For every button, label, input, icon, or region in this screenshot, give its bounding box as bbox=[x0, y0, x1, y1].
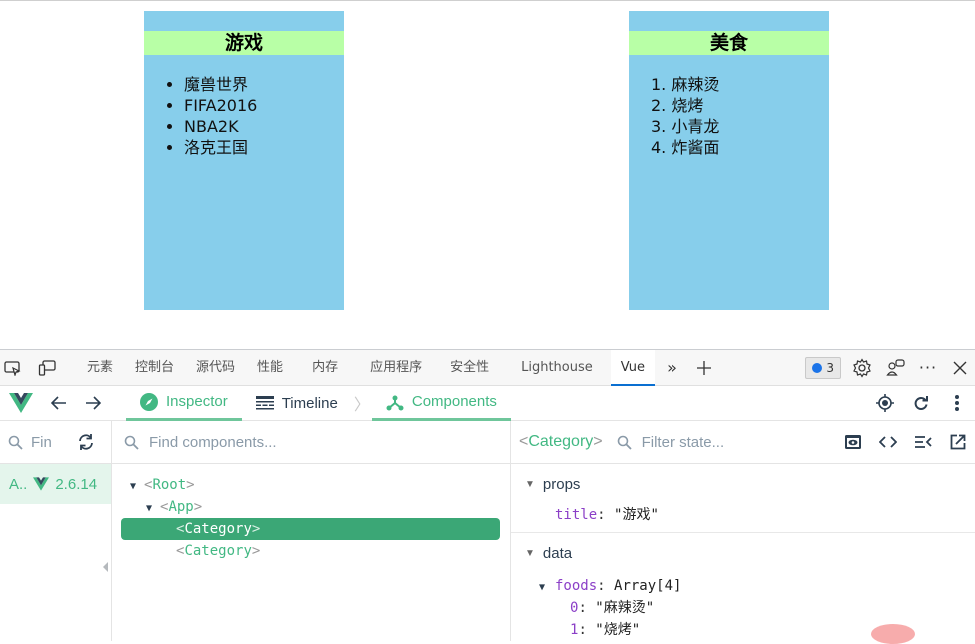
tab-inspector[interactable]: Inspector bbox=[126, 386, 242, 421]
prop-row-title[interactable]: title: "游戏" bbox=[511, 504, 975, 532]
search-icon bbox=[8, 435, 23, 450]
tree-node-category-selected[interactable]: <Category> bbox=[121, 518, 500, 540]
collapse-triangle-icon[interactable]: ▼ bbox=[525, 479, 535, 490]
tab-label: Timeline bbox=[281, 394, 338, 412]
tab-performance[interactable]: 性能 bbox=[246, 350, 294, 386]
category-title: 游戏 bbox=[144, 31, 344, 55]
vue-logo-icon bbox=[0, 393, 42, 413]
issues-count: 3 bbox=[826, 360, 834, 375]
issues-badge[interactable]: 3 bbox=[805, 356, 841, 379]
component-tree-pane: Find components... ▼ <Root> ▼ <App> <Categ… bbox=[112, 421, 511, 641]
forward-arrow-icon[interactable] bbox=[76, 396, 110, 410]
refresh-icon[interactable] bbox=[903, 395, 939, 411]
tab-lighthouse[interactable]: Lighthouse bbox=[503, 350, 611, 386]
open-in-editor-icon[interactable] bbox=[940, 434, 975, 450]
feedback-icon[interactable] bbox=[883, 355, 909, 381]
vertical-more-icon[interactable] bbox=[939, 395, 975, 411]
rendered-page: 游戏 魔兽世界 FIFA2016 NBA2K 洛克王国 美食 1. 麻辣烫 2.… bbox=[0, 0, 975, 349]
close-devtools-icon[interactable] bbox=[947, 355, 973, 381]
timeline-icon bbox=[255, 396, 274, 410]
component-search-input[interactable]: Find components... bbox=[149, 434, 277, 451]
tab-application[interactable]: 应用程序 bbox=[356, 350, 436, 386]
selected-component-name: <Category> bbox=[519, 433, 603, 450]
compass-icon bbox=[140, 392, 158, 411]
list-item: 洛克王国 bbox=[184, 137, 344, 158]
category-list: 魔兽世界 FIFA2016 NBA2K 洛克王国 bbox=[144, 74, 344, 158]
back-arrow-icon[interactable] bbox=[42, 396, 76, 410]
state-inspector-pane: <Category> Filter state... ▼ props title… bbox=[511, 421, 975, 644]
search-icon bbox=[124, 435, 139, 450]
data-row-foods-item[interactable]: 0: "麻辣烫" bbox=[511, 597, 975, 619]
expand-triangle-icon[interactable]: ▼ bbox=[130, 476, 144, 498]
collapse-pane-handle-icon[interactable] bbox=[103, 562, 108, 572]
more-tabs-icon[interactable]: » bbox=[659, 355, 685, 381]
tab-sources[interactable]: 源代码 bbox=[185, 350, 246, 386]
collapse-triangle-icon[interactable]: ▼ bbox=[525, 548, 535, 559]
tree-node-category[interactable]: <Category> bbox=[112, 540, 510, 562]
inspect-element-icon[interactable] bbox=[0, 355, 26, 381]
more-options-icon[interactable]: ··· bbox=[915, 355, 941, 381]
list-item: 2. 烧烤 bbox=[651, 96, 704, 115]
tab-label: Components bbox=[411, 393, 497, 410]
list-item: NBA2K bbox=[184, 116, 344, 137]
vue-version: 2.6.14 bbox=[55, 475, 98, 493]
app-search-input[interactable]: Fin bbox=[31, 434, 55, 451]
sync-icon[interactable] bbox=[77, 433, 95, 451]
app-name: A.. bbox=[9, 475, 28, 493]
tab-elements[interactable]: 元素 bbox=[76, 350, 124, 386]
tab-components[interactable]: Components bbox=[371, 386, 511, 421]
apps-pane: Fin A.. 2.6.14 bbox=[0, 421, 112, 641]
chevron-right-icon: 〉 bbox=[353, 397, 370, 414]
data-row-foods[interactable]: ▼ foods: Array[4] bbox=[511, 575, 975, 597]
category-list: 1. 麻辣烫 2. 烧烤 3. 小青龙 4. 炸酱面 bbox=[629, 74, 829, 158]
floating-indicator bbox=[871, 624, 915, 644]
list-item: 魔兽世界 bbox=[184, 74, 344, 95]
devtools-tab-bar: 元素 控制台 源代码 性能 内存 应用程序 安全性 Lighthouse Vue… bbox=[0, 349, 975, 386]
component-tree: ▼ <Root> ▼ <App> <Category> <Category> bbox=[112, 464, 510, 562]
select-component-target-icon[interactable] bbox=[867, 394, 903, 412]
scroll-to-component-eye-icon[interactable] bbox=[835, 434, 870, 450]
list-item: FIFA2016 bbox=[184, 95, 344, 116]
tab-vue[interactable]: Vue bbox=[610, 349, 656, 386]
tab-console[interactable]: 控制台 bbox=[124, 350, 185, 386]
category-title: 美食 bbox=[629, 31, 829, 55]
tab-security[interactable]: 安全性 bbox=[436, 350, 503, 386]
code-brackets-icon[interactable] bbox=[870, 436, 905, 448]
list-item: 4. 炸酱面 bbox=[651, 138, 720, 157]
list-item: 1. 麻辣烫 bbox=[651, 75, 720, 94]
category-card-food: 美食 1. 麻辣烫 2. 烧烤 3. 小青龙 4. 炸酱面 bbox=[629, 11, 829, 310]
tab-memory[interactable]: 内存 bbox=[294, 350, 356, 386]
render-code-icon[interactable] bbox=[905, 436, 940, 448]
app-search-row: Fin bbox=[0, 421, 111, 464]
tree-node-root[interactable]: ▼ <Root> bbox=[112, 474, 510, 496]
expand-triangle-icon[interactable]: ▼ bbox=[146, 498, 160, 520]
expand-triangle-icon[interactable]: ▼ bbox=[539, 577, 555, 599]
state-header-row: <Category> Filter state... bbox=[511, 421, 975, 464]
message-icon bbox=[812, 362, 823, 373]
props-section: ▼ props title: "游戏" bbox=[511, 464, 975, 533]
device-emulation-icon[interactable] bbox=[34, 355, 60, 381]
filter-state-input[interactable]: Filter state... bbox=[642, 434, 725, 451]
devtools-panel: 元素 控制台 源代码 性能 内存 应用程序 安全性 Lighthouse Vue… bbox=[0, 349, 975, 644]
components-tree-icon bbox=[386, 395, 404, 410]
component-search-row: Find components... bbox=[112, 421, 510, 464]
tree-node-app[interactable]: ▼ <App> bbox=[112, 496, 510, 518]
add-tab-icon[interactable] bbox=[691, 355, 717, 381]
vue-logo-icon bbox=[33, 477, 50, 491]
category-card-games: 游戏 魔兽世界 FIFA2016 NBA2K 洛克王国 bbox=[144, 11, 344, 310]
tab-timeline[interactable]: Timeline bbox=[242, 386, 352, 421]
vue-devtools-toolbar: Inspector Timeline 〉 Components bbox=[0, 386, 975, 421]
app-list-item[interactable]: A.. 2.6.14 bbox=[0, 464, 111, 504]
props-section-header[interactable]: ▼ props bbox=[511, 464, 975, 504]
list-item: 3. 小青龙 bbox=[651, 117, 720, 136]
tab-label: Inspector bbox=[166, 393, 228, 410]
data-section-header[interactable]: ▼ data bbox=[511, 533, 975, 573]
settings-gear-icon[interactable] bbox=[849, 355, 875, 381]
search-icon bbox=[617, 435, 632, 450]
